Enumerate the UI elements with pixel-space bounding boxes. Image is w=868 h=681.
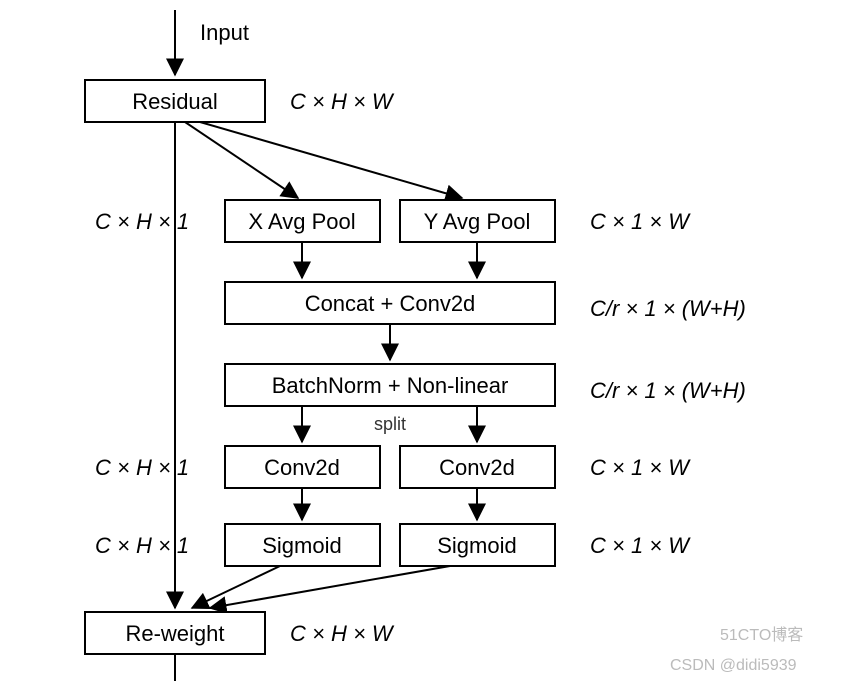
- yavg-text: Y Avg Pool: [424, 209, 531, 234]
- input-label: Input: [200, 20, 249, 45]
- concat-dim: C/r × 1 × (W+H): [590, 296, 746, 321]
- sigl-text: Sigmoid: [262, 533, 341, 558]
- arrow-sigl-reweight: [192, 566, 280, 608]
- arrow-res-to-yavg: [200, 122, 462, 198]
- watermark-csdn: CSDN @didi5939: [670, 657, 797, 674]
- left-dim-pool: C × H × 1: [95, 209, 189, 234]
- right-dim-pool: C × 1 × W: [590, 209, 691, 234]
- bn-dim: C/r × 1 × (W+H): [590, 378, 746, 403]
- split-label: split: [374, 414, 406, 434]
- arrow-sigr-reweight: [210, 566, 450, 608]
- left-dim-sig: C × H × 1: [95, 533, 189, 558]
- convl-text: Conv2d: [264, 455, 340, 480]
- concat-text: Concat + Conv2d: [305, 291, 476, 316]
- bn-text: BatchNorm + Non-linear: [272, 373, 509, 398]
- architecture-diagram: Input Residual C × H × W X Avg Pool Y Av…: [0, 0, 868, 681]
- right-dim-conv: C × 1 × W: [590, 455, 691, 480]
- right-dim-sig: C × 1 × W: [590, 533, 691, 558]
- left-dim-conv: C × H × 1: [95, 455, 189, 480]
- watermark-51cto: 51CTO博客: [720, 626, 803, 644]
- reweight-dim: C × H × W: [290, 621, 395, 646]
- residual-dim: C × H × W: [290, 89, 395, 114]
- xavg-text: X Avg Pool: [248, 209, 355, 234]
- sigr-text: Sigmoid: [437, 533, 516, 558]
- reweight-text: Re-weight: [125, 621, 224, 646]
- convr-text: Conv2d: [439, 455, 515, 480]
- residual-text: Residual: [132, 89, 218, 114]
